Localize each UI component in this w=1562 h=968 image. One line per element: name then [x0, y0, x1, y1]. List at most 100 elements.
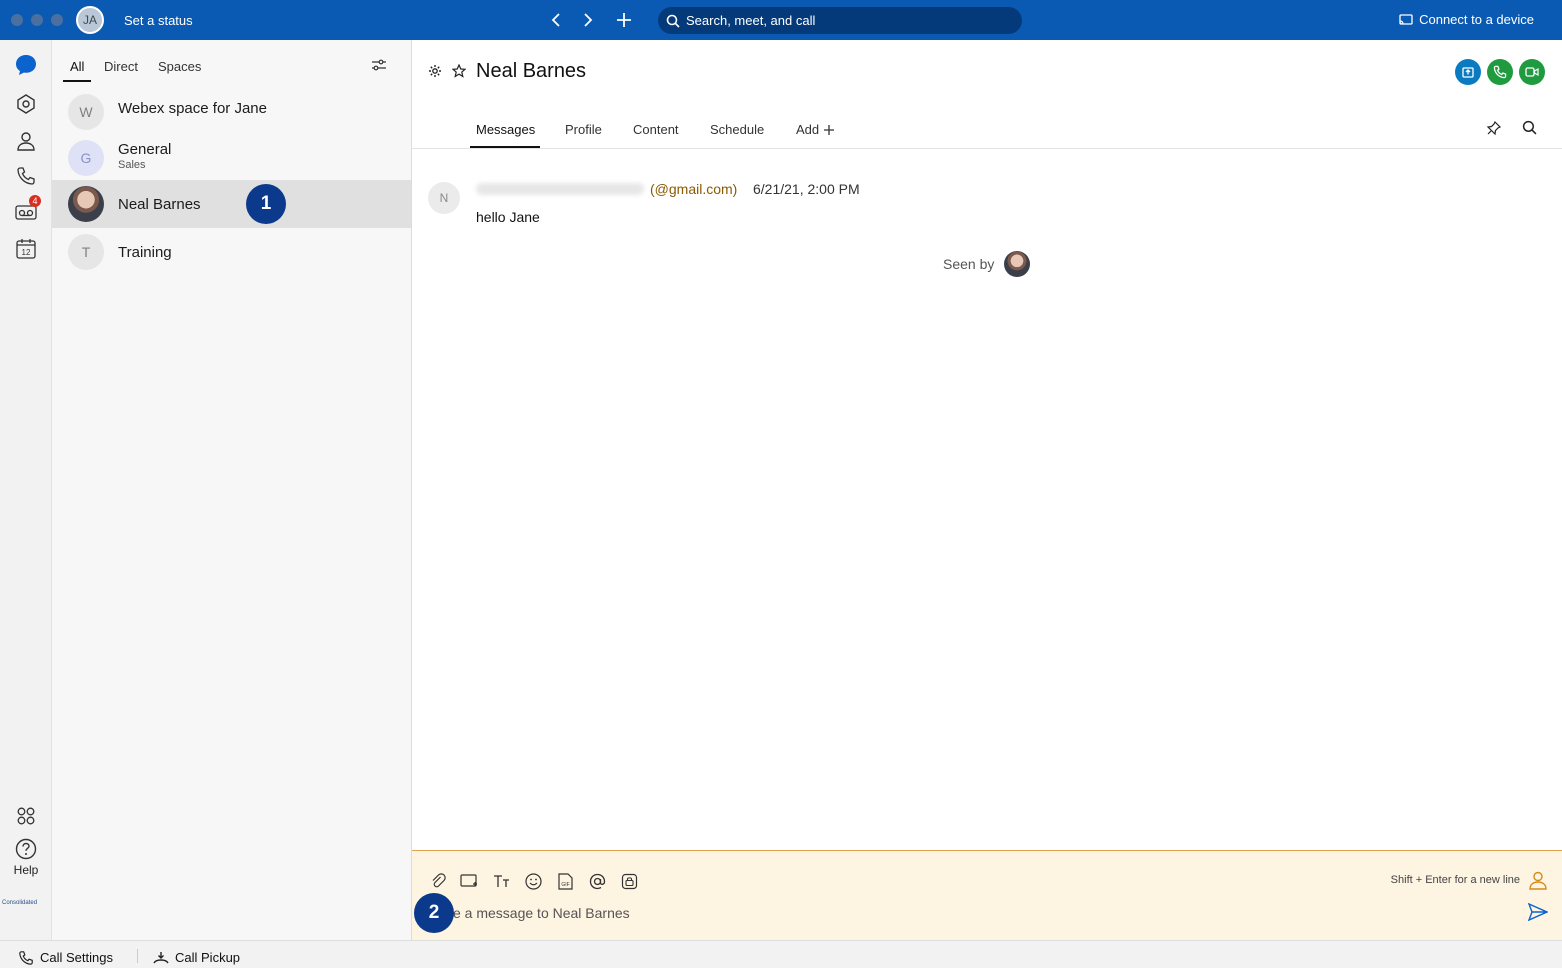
calling-nav-button[interactable]: [13, 163, 39, 189]
message-composer: GIF Shift + Enter for a new line 2: [412, 850, 1562, 940]
composer-hint: Shift + Enter for a new line: [1390, 874, 1520, 886]
gif-button[interactable]: GIF: [555, 871, 575, 891]
space-settings-button[interactable]: [428, 64, 442, 83]
person-icon: [17, 132, 35, 151]
help-button[interactable]: [13, 836, 39, 862]
filter-all-tab[interactable]: All: [70, 59, 84, 74]
message-sender-redacted: [476, 183, 644, 195]
emoji-button[interactable]: [523, 871, 543, 891]
user-avatar[interactable]: JA: [76, 6, 104, 34]
call-pickup-label: Call Pickup: [175, 950, 241, 965]
search-icon: [1522, 120, 1537, 135]
minimize-window-button[interactable]: [31, 14, 43, 26]
filter-direct-tab[interactable]: Direct: [104, 59, 138, 74]
gear-icon: [429, 65, 441, 77]
send-icon: [1527, 902, 1549, 922]
svg-text:GIF: GIF: [561, 882, 569, 888]
share-screen-button[interactable]: [1455, 59, 1481, 85]
tab-content[interactable]: Content: [633, 122, 679, 137]
call-pickup-icon: [153, 951, 169, 963]
conversation-pane: Neal Barnes Messages Profile Content Sch…: [412, 40, 1562, 940]
screen-capture-icon: [460, 874, 477, 887]
tab-schedule[interactable]: Schedule: [710, 122, 764, 137]
list-item[interactable]: T Training: [52, 228, 411, 276]
step-badge: 2: [414, 893, 454, 933]
conversation-header-icons: [428, 63, 467, 83]
messaging-nav-button[interactable]: [13, 52, 39, 78]
space-subtitle: Sales: [118, 159, 146, 171]
forward-button[interactable]: [578, 10, 598, 30]
voicemail-nav-button[interactable]: 4: [13, 195, 41, 225]
calendar-nav-button[interactable]: 12: [13, 236, 39, 262]
message-avatar: N: [428, 182, 460, 214]
filter-all-underline: [63, 80, 91, 82]
contacts-nav-button[interactable]: [13, 128, 39, 154]
search-bar[interactable]: [658, 7, 1022, 34]
apps-nav-button[interactable]: [13, 803, 39, 829]
set-status-button[interactable]: Set a status: [124, 13, 193, 28]
tabs-divider: [412, 148, 1562, 149]
tab-profile[interactable]: Profile: [565, 122, 602, 137]
search-input[interactable]: [686, 13, 1006, 28]
video-camera-icon: [1525, 67, 1539, 77]
tab-add-label: Add: [796, 122, 820, 137]
space-name: Training: [118, 244, 172, 261]
filter-settings-button[interactable]: [370, 58, 388, 77]
navigation-rail: 4 12 Help Consolidated: [0, 40, 52, 940]
filter-spaces-tab[interactable]: Spaces: [158, 59, 201, 74]
title-bar: JA Set a status Connect to a device: [0, 0, 1562, 40]
video-call-button[interactable]: [1519, 59, 1545, 85]
back-button[interactable]: [546, 10, 566, 30]
space-avatar: T: [68, 234, 104, 270]
list-item[interactable]: Neal Barnes 1: [52, 180, 411, 228]
message-input[interactable]: [453, 901, 1513, 925]
grid-icon: [17, 807, 35, 825]
emoji-icon: [524, 872, 542, 890]
close-window-button[interactable]: [11, 14, 23, 26]
space-name: General: [118, 141, 172, 158]
step-badge: 1: [246, 184, 286, 224]
zoom-window-button[interactable]: [51, 14, 63, 26]
format-text-button[interactable]: [492, 871, 512, 891]
teams-icon: [17, 94, 35, 114]
connect-device-button[interactable]: Connect to a device: [1399, 12, 1534, 27]
person-icon: [1529, 871, 1547, 890]
avatar: [68, 186, 104, 222]
send-button[interactable]: [1527, 902, 1549, 926]
avatar[interactable]: [1004, 251, 1030, 277]
search-conversation-button[interactable]: [1522, 120, 1537, 140]
at-sign-icon: [589, 873, 605, 889]
whiteboard-button[interactable]: [619, 871, 639, 891]
audio-call-button[interactable]: [1487, 59, 1513, 85]
new-button[interactable]: [614, 10, 634, 30]
teams-nav-button[interactable]: [13, 91, 39, 117]
status-bar: Call Settings Call Pickup: [0, 940, 1562, 968]
help-icon: [15, 838, 37, 860]
phone-icon: [17, 167, 35, 185]
paperclip-icon: [432, 873, 446, 888]
composer-avatar-button[interactable]: [1528, 870, 1548, 895]
lock-board-icon: [621, 873, 637, 889]
message-sender-domain: (@gmail.com): [650, 181, 738, 197]
pin-button[interactable]: [1486, 120, 1502, 141]
text-format-icon: [494, 875, 509, 887]
seen-by-label: Seen by: [943, 256, 995, 272]
screenshot-button[interactable]: [459, 871, 479, 891]
plus-icon: [824, 124, 835, 135]
list-item[interactable]: G General Sales: [52, 132, 411, 180]
favorite-button[interactable]: [451, 63, 467, 83]
plus-icon: [617, 13, 631, 27]
list-item[interactable]: W Webex space for Jane: [52, 84, 411, 132]
call-settings-label: Call Settings: [40, 950, 113, 965]
mention-button[interactable]: [587, 871, 607, 891]
space-name: Webex space for Jane: [118, 100, 267, 117]
chat-bubble-icon: [16, 55, 36, 75]
space-list-pane: All Direct Spaces W Webex space for Jane…: [52, 40, 412, 940]
connect-device-label: Connect to a device: [1419, 12, 1534, 27]
call-settings-button[interactable]: Call Settings: [18, 950, 113, 965]
call-pickup-button[interactable]: Call Pickup: [153, 950, 240, 965]
tab-add[interactable]: Add: [796, 122, 835, 137]
tab-messages[interactable]: Messages: [476, 122, 535, 137]
help-label: Help: [13, 863, 39, 877]
attach-button[interactable]: [428, 871, 448, 891]
